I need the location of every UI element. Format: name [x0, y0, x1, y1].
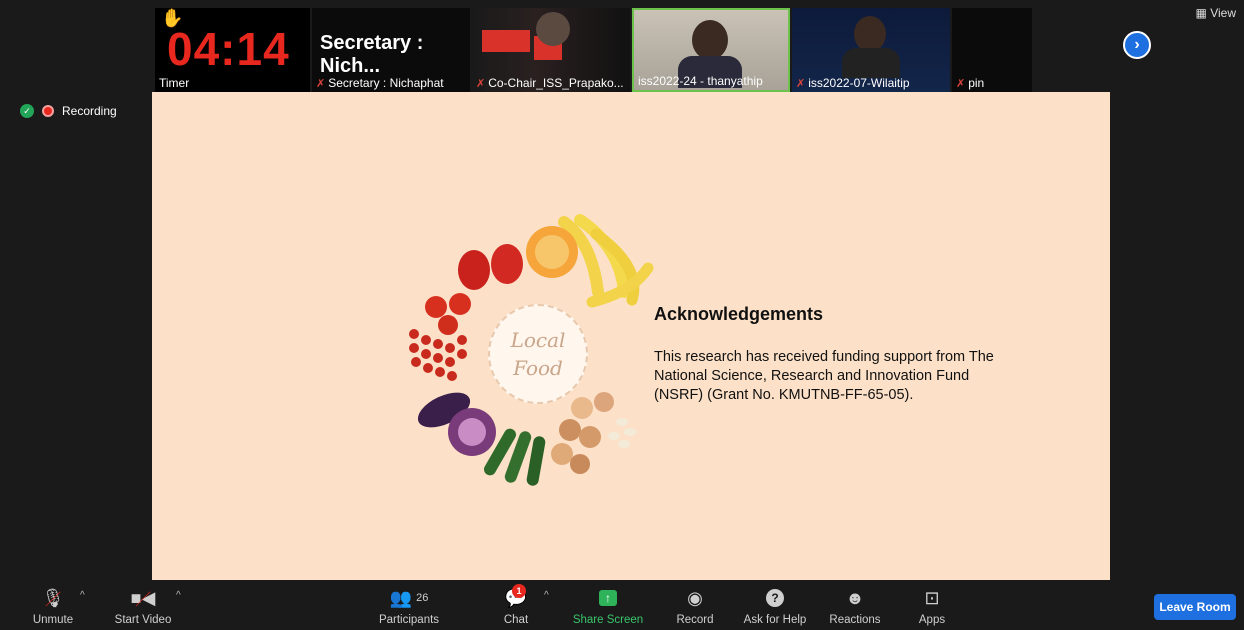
help-icon: ?: [738, 586, 812, 610]
shared-screen-slide: Local Food Acknowledgements This researc…: [152, 92, 1110, 580]
chevron-right-icon: ›: [1134, 36, 1140, 53]
person-silhouette: [842, 48, 900, 78]
reactions-label: Reactions: [829, 614, 881, 626]
reactions-button[interactable]: ☻ Reactions: [826, 586, 884, 627]
record-button[interactable]: ◉ Record: [672, 586, 718, 627]
mic-muted-icon: ✗: [476, 78, 486, 90]
logo-block: [482, 30, 530, 52]
tile-thanyathip[interactable]: iss2022-24 - thanyathip: [632, 8, 790, 92]
recording-indicator[interactable]: ✓ Recording: [20, 104, 117, 118]
chat-unread-badge: 1: [512, 584, 526, 598]
video-options-caret[interactable]: ^: [176, 590, 181, 601]
grid-icon: ▦: [1195, 6, 1211, 20]
mic-muted-icon: ✗: [316, 78, 326, 90]
badge-line1: Local: [510, 328, 566, 352]
leave-room-button[interactable]: Leave Room: [1154, 594, 1236, 620]
slide-title: Acknowledgements: [654, 304, 824, 324]
recording-label: Recording: [62, 104, 117, 118]
next-page-button[interactable]: ›: [1123, 31, 1151, 59]
video-off-icon: ■◀ ／: [130, 587, 156, 610]
tile-cochair[interactable]: ✗ Co-Chair_ISS_Prapako...: [472, 8, 630, 92]
person-silhouette: [692, 20, 728, 60]
tile-wilaitip[interactable]: ✗ iss2022-07-Wilaitip: [792, 8, 950, 92]
unmute-button[interactable]: 🎙 ／ Unmute: [24, 586, 82, 627]
record-icon: ◉: [687, 587, 703, 608]
share-screen-icon: ↑: [599, 590, 617, 606]
record-label: Record: [676, 614, 714, 626]
apps-button[interactable]: ⊡ Apps: [912, 586, 952, 627]
timer-digits: 04:14: [167, 23, 290, 75]
view-button[interactable]: ▦ View: [1196, 6, 1236, 20]
mic-muted-icon: ✗: [956, 78, 966, 90]
view-label: View: [1210, 6, 1236, 20]
participants-label: Participants: [378, 614, 440, 626]
unmute-label: Unmute: [32, 614, 74, 626]
ask-for-help-label: Ask for Help: [743, 614, 807, 626]
local-food-badge: Local Food: [488, 304, 588, 404]
start-video-label: Start Video: [114, 614, 172, 626]
tile-label-timer: Timer: [159, 76, 190, 90]
tile-label-secretary: Secretary : Nichaphat: [328, 76, 444, 90]
tile-label-cochair: Co-Chair_ISS_Prapako...: [488, 76, 624, 90]
audio-options-caret[interactable]: ^: [80, 590, 85, 601]
start-video-button[interactable]: ■◀ ／ Start Video: [108, 586, 178, 627]
person-silhouette: [854, 16, 886, 52]
tile-label-thanyathip: iss2022-24 - thanyathip: [638, 74, 763, 88]
vegetable-wreath-image: [409, 214, 654, 486]
badge-line2: Food: [513, 356, 563, 380]
participants-button[interactable]: 👥 26 Participants: [372, 586, 446, 627]
security-shield-icon: ✓: [20, 104, 34, 118]
tile-heading-secretary: Secretary : Nich...: [320, 32, 424, 77]
mic-muted-icon: ✗: [796, 78, 806, 90]
share-screen-label: Share Screen: [572, 614, 644, 626]
chat-button[interactable]: 💬1 Chat: [496, 584, 536, 626]
timer-tile[interactable]: ✋ 04:14 Timer: [155, 8, 310, 92]
apps-label: Apps: [918, 614, 946, 626]
tile-label-pin: pin: [968, 76, 985, 90]
chat-label: Chat: [503, 614, 529, 626]
chat-options-caret[interactable]: ^: [544, 590, 549, 601]
share-screen-button[interactable]: ↑ Share Screen: [570, 586, 646, 626]
participants-icon: 👥: [389, 587, 413, 608]
tile-label-wilaitip: iss2022-07-Wilaitip: [808, 76, 910, 90]
ask-for-help-button[interactable]: ? Ask for Help: [738, 586, 812, 626]
record-dot-icon: [42, 105, 54, 117]
tile-pin[interactable]: ✗ pin: [952, 8, 1032, 92]
meeting-toolbar: 🎙 ／ Unmute ^ ■◀ ／ Start Video ^ 👥 26 Partic…: [0, 580, 1244, 630]
person-silhouette: [536, 12, 570, 46]
participants-count: 26: [416, 592, 429, 604]
reactions-icon: ☻: [845, 587, 865, 608]
apps-icon: ⊡: [924, 587, 940, 608]
mic-muted-icon: 🎙 ／: [41, 587, 65, 610]
slide-body: This research has received funding suppo…: [654, 349, 994, 403]
tile-secretary[interactable]: Secretary : Nich... ✗ Secretary : Nichaph…: [312, 8, 470, 92]
